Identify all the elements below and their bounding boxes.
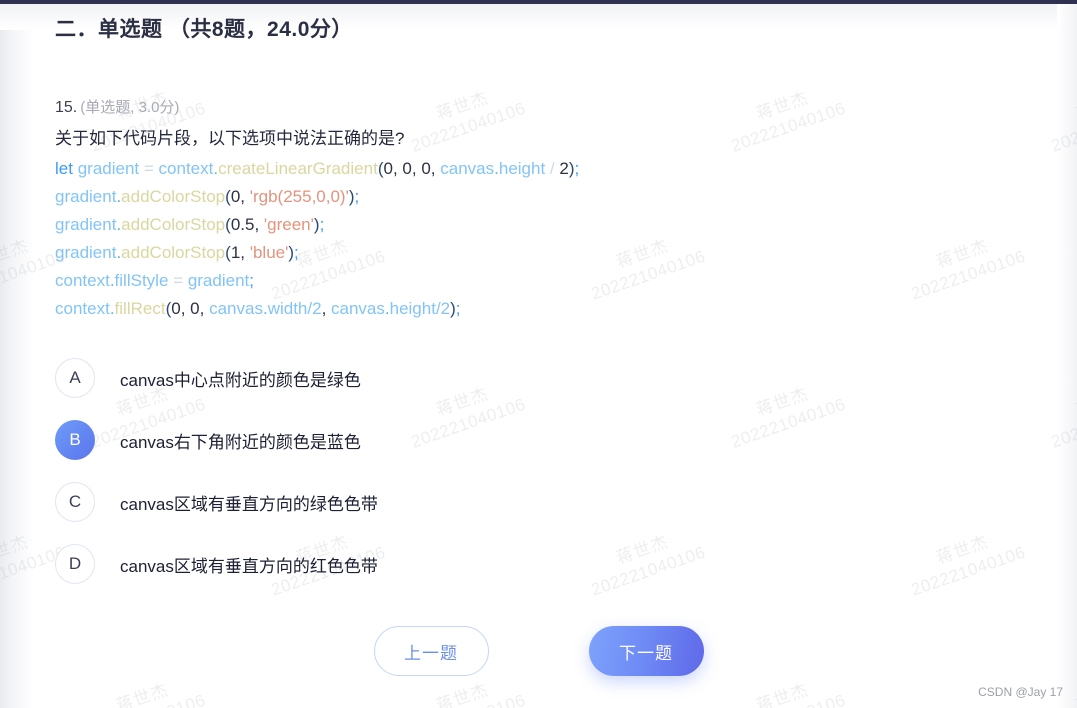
code-token: gradient: [187, 271, 250, 290]
code-token: addColorStop: [121, 187, 226, 206]
option-label-b: canvas右下角附近的颜色是蓝色: [120, 432, 361, 452]
code-token: context: [158, 159, 214, 178]
code-token: ;: [455, 299, 461, 318]
previous-question-button[interactable]: 上一题: [373, 626, 489, 676]
code-token: 1: [230, 243, 241, 262]
code-token: gradient: [77, 159, 140, 178]
code-token: context: [55, 271, 110, 290]
question-stem: 关于如下代码片段，以下选项中说法正确的是?: [55, 129, 405, 148]
code-token: 0: [230, 187, 241, 206]
code-token: 'blue': [249, 243, 289, 262]
code-line: gradient.addColorStop(1, 'blue');: [55, 239, 1015, 267]
code-line: gradient.addColorStop(0, 'rgb(255,0,0)')…: [55, 183, 1015, 211]
option-row-d[interactable]: Dcanvas区域有垂直方向的红色色带: [55, 542, 955, 586]
code-snippet: let gradient = context.createLinearGradi…: [55, 155, 1015, 323]
code-token: width/2: [267, 299, 322, 318]
code-token: ,: [411, 159, 422, 178]
question-block: 15. (单选题, 3.0分) 关于如下代码片段，以下选项中说法正确的是? let…: [55, 96, 1015, 323]
option-label-d: canvas区域有垂直方向的红色色带: [120, 556, 378, 576]
footer-credit: CSDN @Jay 17: [978, 685, 1063, 699]
option-key-c[interactable]: C: [55, 482, 95, 522]
code-token: canvas: [331, 299, 385, 318]
code-token: height/2: [389, 299, 451, 318]
question-number: 15.: [55, 99, 78, 116]
code-token: ,: [430, 159, 441, 178]
code-token: =: [143, 159, 154, 178]
code-token: ,: [240, 243, 250, 262]
top-dark-bar: [0, 0, 1077, 4]
code-token: ,: [254, 215, 264, 234]
code-token: ;: [294, 243, 299, 262]
code-line: gradient.addColorStop(0.5, 'green');: [55, 211, 1015, 239]
code-token: 'rgb(255,0,0)': [249, 187, 349, 206]
option-label-a: canvas中心点附近的颜色是绿色: [120, 370, 361, 390]
option-key-d[interactable]: D: [55, 544, 95, 584]
code-token: ,: [199, 299, 210, 318]
code-line: context.fillRect(0, 0, canvas.width/2, c…: [55, 295, 1015, 323]
question-meta: 15. (单选题, 3.0分): [55, 96, 1015, 117]
code-token: 0: [171, 299, 181, 318]
exam-content: 二．单选题 （共8题，24.0分） 15. (单选题, 3.0分) 关于如下代码片…: [0, 4, 1077, 708]
navigation-buttons: 上一题 下一题: [0, 626, 1077, 676]
code-token: ,: [180, 299, 191, 318]
question-type-score: (单选题, 3.0分): [80, 99, 180, 116]
code-token: ,: [240, 187, 250, 206]
code-token: canvas: [440, 159, 495, 178]
code-token: =: [173, 271, 184, 290]
next-question-button[interactable]: 下一题: [588, 626, 704, 676]
code-token: 2: [559, 159, 569, 178]
code-token: gradient: [55, 215, 117, 234]
code-token: canvas: [209, 299, 263, 318]
options-list: Acanvas中心点附近的颜色是绿色 Bcanvas右下角附近的颜色是蓝色 Ccan…: [55, 356, 955, 604]
code-token: ;: [319, 215, 325, 234]
code-token: ,: [392, 159, 403, 178]
option-row-c[interactable]: Ccanvas区域有垂直方向的绿色色带: [55, 480, 955, 524]
option-key-b[interactable]: B: [55, 420, 95, 460]
exam-page-sheet: 蒋世杰 202221040106 蒋世杰 202221040106 蒋世杰 2022210…: [0, 4, 1077, 708]
code-token: 'green': [263, 215, 314, 234]
code-token: fillRect: [114, 299, 166, 318]
code-token: gradient: [55, 243, 117, 262]
code-token: ;: [574, 159, 580, 178]
code-token: ,: [321, 299, 332, 318]
code-token: fillStyle: [114, 271, 169, 290]
section-title: 二．单选题 （共8题，24.0分）: [55, 18, 353, 41]
code-token: addColorStop: [121, 243, 226, 262]
code-token: createLinearGradient: [218, 159, 378, 178]
code-token: 0.5: [230, 215, 255, 234]
code-token: 0: [402, 159, 412, 178]
code-token: ;: [249, 271, 254, 290]
code-line: let gradient = context.createLinearGradi…: [55, 155, 1015, 183]
code-token: 0: [190, 299, 200, 318]
code-token: ;: [354, 187, 360, 206]
code-line: context.fillStyle = gradient;: [55, 267, 1015, 295]
option-row-a[interactable]: Acanvas中心点附近的颜色是绿色: [55, 356, 955, 400]
code-token: let: [55, 159, 73, 178]
code-token: gradient: [55, 187, 117, 206]
code-token: 0: [383, 159, 393, 178]
option-key-a[interactable]: A: [55, 358, 95, 398]
option-row-b[interactable]: Bcanvas右下角附近的颜色是蓝色: [55, 418, 955, 462]
code-token: 0: [421, 159, 431, 178]
option-label-c: canvas区域有垂直方向的绿色色带: [120, 494, 378, 514]
code-token: height: [498, 159, 546, 178]
code-token: context: [55, 299, 110, 318]
code-token: addColorStop: [121, 215, 226, 234]
